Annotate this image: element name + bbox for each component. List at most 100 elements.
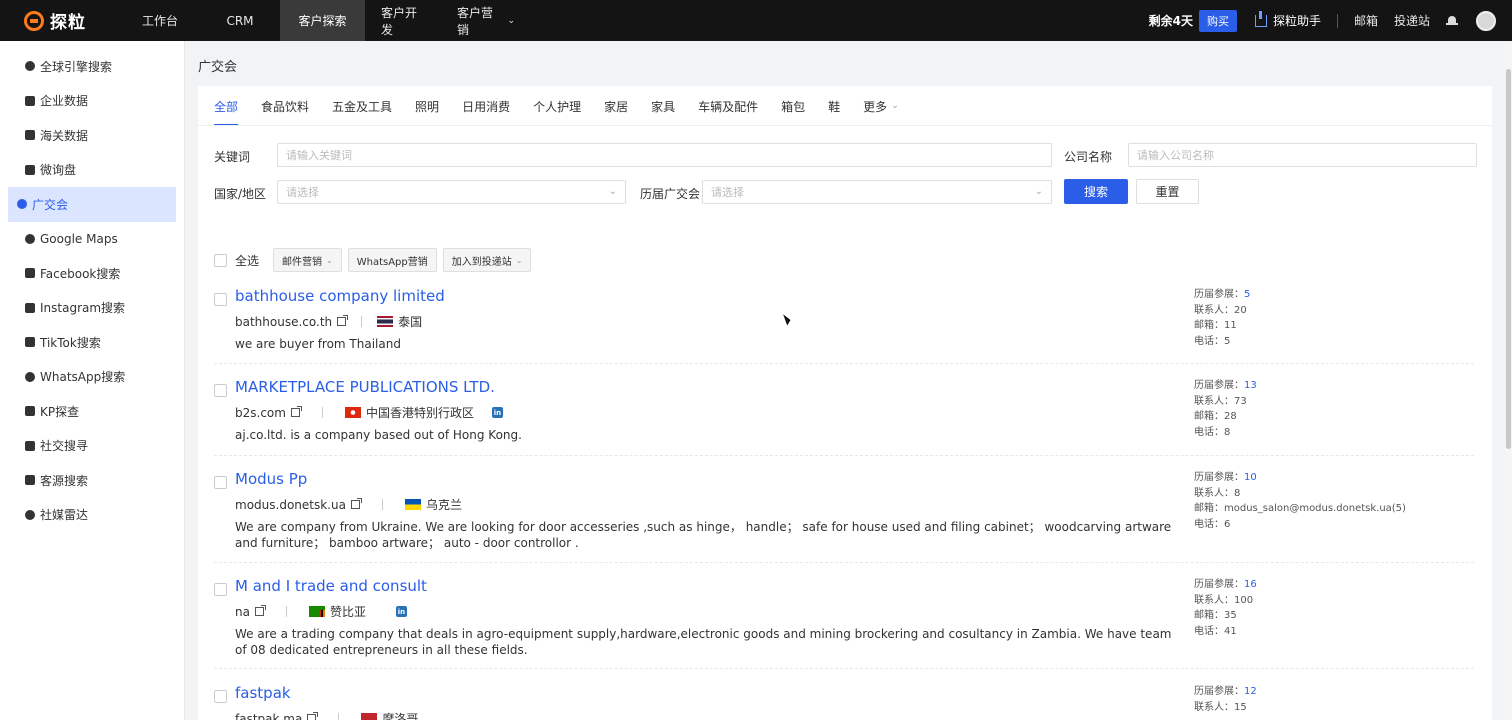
logo-text: 探粒: [50, 13, 86, 33]
email-marketing-button[interactable]: 邮件营销 ⌄: [273, 248, 342, 272]
company-name-link[interactable]: bathhouse company limited: [235, 287, 445, 305]
session-select[interactable]: 请选择 ⌄: [702, 180, 1052, 204]
nav-crm[interactable]: CRM: [200, 0, 280, 41]
external-link-icon[interactable]: [307, 712, 319, 720]
external-link-icon[interactable]: [350, 498, 362, 509]
trial-remaining: 剩余4天: [1148, 14, 1193, 28]
sidebar-item-facebook[interactable]: Facebook搜索: [8, 256, 176, 291]
sidebar-item-social-search[interactable]: 社交搜寻: [8, 429, 176, 464]
result-checkbox[interactable]: [214, 293, 227, 306]
tab-label: 更多: [863, 99, 888, 114]
tab-lighting[interactable]: 照明: [415, 86, 439, 126]
divider: [361, 316, 363, 327]
company-name-link[interactable]: fastpak: [235, 684, 291, 702]
select-all-label: 全选: [235, 253, 260, 268]
email-count: 35: [1224, 610, 1237, 621]
tab-furniture[interactable]: 家具: [651, 86, 675, 126]
tab-more[interactable]: 更多 ⌄: [863, 86, 899, 126]
stat-label: 电话：: [1194, 426, 1224, 438]
helper-link[interactable]: 探粒助手: [1254, 10, 1321, 29]
tab-shoes[interactable]: 鞋: [828, 86, 840, 126]
sidebar-item-global-search[interactable]: 全球引擎搜索: [8, 49, 176, 84]
linkedin-icon[interactable]: in: [491, 407, 503, 418]
country-label: 国家/地区: [214, 187, 267, 201]
sidebar-item-canton-fair[interactable]: 广交会: [8, 187, 176, 222]
sidebar-item-tiktok[interactable]: TikTok搜索: [8, 325, 176, 360]
nav-customer-dev[interactable]: 客户开发: [365, 0, 441, 41]
tab-label: 五金及工具: [332, 99, 393, 114]
domain-link[interactable]: b2s.com: [235, 406, 286, 420]
sessions-count[interactable]: 5: [1244, 289, 1250, 300]
domain-link[interactable]: modus.donetsk.ua: [235, 498, 346, 512]
sidebar-item-label: 全球引擎搜索: [40, 59, 113, 74]
ukraine-flag-icon: [404, 499, 421, 510]
external-link-icon[interactable]: [337, 315, 349, 326]
result-checkbox[interactable]: [214, 476, 227, 489]
tab-vehicles[interactable]: 车辆及配件: [698, 86, 758, 126]
sessions-count[interactable]: 12: [1244, 686, 1257, 697]
company-name-link[interactable]: M and I trade and consult: [235, 577, 427, 595]
domain-link[interactable]: bathhouse.co.th: [235, 315, 332, 329]
result-checkbox[interactable]: [214, 583, 227, 596]
tab-hardware[interactable]: 五金及工具: [332, 86, 392, 126]
sessions-count[interactable]: 13: [1244, 380, 1257, 391]
add-delivery-button[interactable]: 加入到投递站 ⌄: [442, 248, 532, 272]
sessions-count[interactable]: 10: [1244, 472, 1257, 483]
whatsapp-marketing-button[interactable]: WhatsApp营销: [347, 248, 437, 272]
contacts-count: 20: [1234, 304, 1247, 316]
sidebar-item-kp[interactable]: KP探查: [8, 394, 176, 429]
company-name-link[interactable]: MARKETPLACE PUBLICATIONS LTD.: [235, 378, 495, 396]
sidebar-item-company-data[interactable]: 企业数据: [8, 84, 176, 119]
sidebar-item-label: Google Maps: [40, 231, 118, 246]
stat-label: 历届参展：: [1194, 289, 1244, 300]
hongkong-flag-icon: [344, 407, 361, 418]
select-all-checkbox[interactable]: [214, 253, 227, 267]
keyword-input[interactable]: 请输入关键词: [277, 143, 1052, 167]
button-label: 加入到投递站: [451, 256, 512, 268]
external-link-icon[interactable]: [254, 605, 266, 616]
avatar[interactable]: [1476, 10, 1496, 31]
search-button[interactable]: 搜索: [1064, 179, 1128, 204]
linkedin-icon[interactable]: in: [395, 606, 407, 617]
sidebar-item-instagram[interactable]: Instagram搜索: [8, 291, 176, 326]
reset-button[interactable]: 重置: [1136, 179, 1199, 204]
sidebar-item-google-maps[interactable]: Google Maps: [8, 222, 176, 257]
sidebar-item-lead-search[interactable]: 客源搜索: [8, 463, 176, 498]
stat-label: 电话：: [1194, 518, 1224, 530]
delivery-link[interactable]: 投递站: [1394, 12, 1430, 29]
stat-label: 历届参展：: [1194, 380, 1244, 391]
nav-workbench[interactable]: 工作台: [120, 0, 200, 41]
fair-icon: [17, 199, 27, 210]
logo[interactable]: 探粒: [0, 8, 120, 33]
buy-button[interactable]: 购买: [1198, 9, 1237, 32]
result-checkbox[interactable]: [214, 384, 227, 397]
bell-icon[interactable]: [1446, 15, 1458, 27]
mailbox-link[interactable]: 邮箱: [1354, 12, 1378, 29]
company-name-link[interactable]: Modus Pp: [235, 470, 307, 488]
nav-customer-explore[interactable]: 客户探索: [280, 0, 365, 41]
sessions-count[interactable]: 16: [1244, 579, 1257, 590]
phone-count: 8: [1224, 426, 1231, 438]
domain-link[interactable]: na: [235, 605, 250, 619]
result-checkbox[interactable]: [214, 690, 227, 703]
tab-daily[interactable]: 日用消费: [462, 86, 510, 126]
nav-customer-marketing[interactable]: 客户营销 ⌄: [441, 0, 531, 41]
whatsapp-icon: [25, 371, 35, 382]
sidebar-item-micro-inquiry[interactable]: 微询盘: [8, 153, 176, 188]
tab-food[interactable]: 食品饮料: [261, 86, 309, 126]
sidebar-item-label: TikTok搜索: [40, 335, 101, 350]
country-select[interactable]: 请选择 ⌄: [277, 180, 626, 204]
tab-personal-care[interactable]: 个人护理: [533, 86, 581, 126]
scrollbar-thumb[interactable]: [1506, 69, 1511, 449]
external-link-icon[interactable]: [290, 406, 302, 417]
domain-link[interactable]: fastpak.ma: [235, 712, 302, 720]
stat-label: 历届参展：: [1194, 579, 1244, 590]
page-scrollbar[interactable]: [1505, 41, 1512, 720]
tab-all[interactable]: 全部: [214, 86, 239, 126]
sidebar-item-customs-data[interactable]: 海关数据: [8, 118, 176, 153]
sidebar-item-social-radar[interactable]: 社媒雷达: [8, 498, 176, 533]
company-input[interactable]: 请输入公司名称: [1128, 143, 1477, 167]
tab-home[interactable]: 家居: [604, 86, 628, 126]
tab-bags[interactable]: 箱包: [781, 86, 805, 126]
sidebar-item-whatsapp[interactable]: WhatsApp搜索: [8, 360, 176, 395]
